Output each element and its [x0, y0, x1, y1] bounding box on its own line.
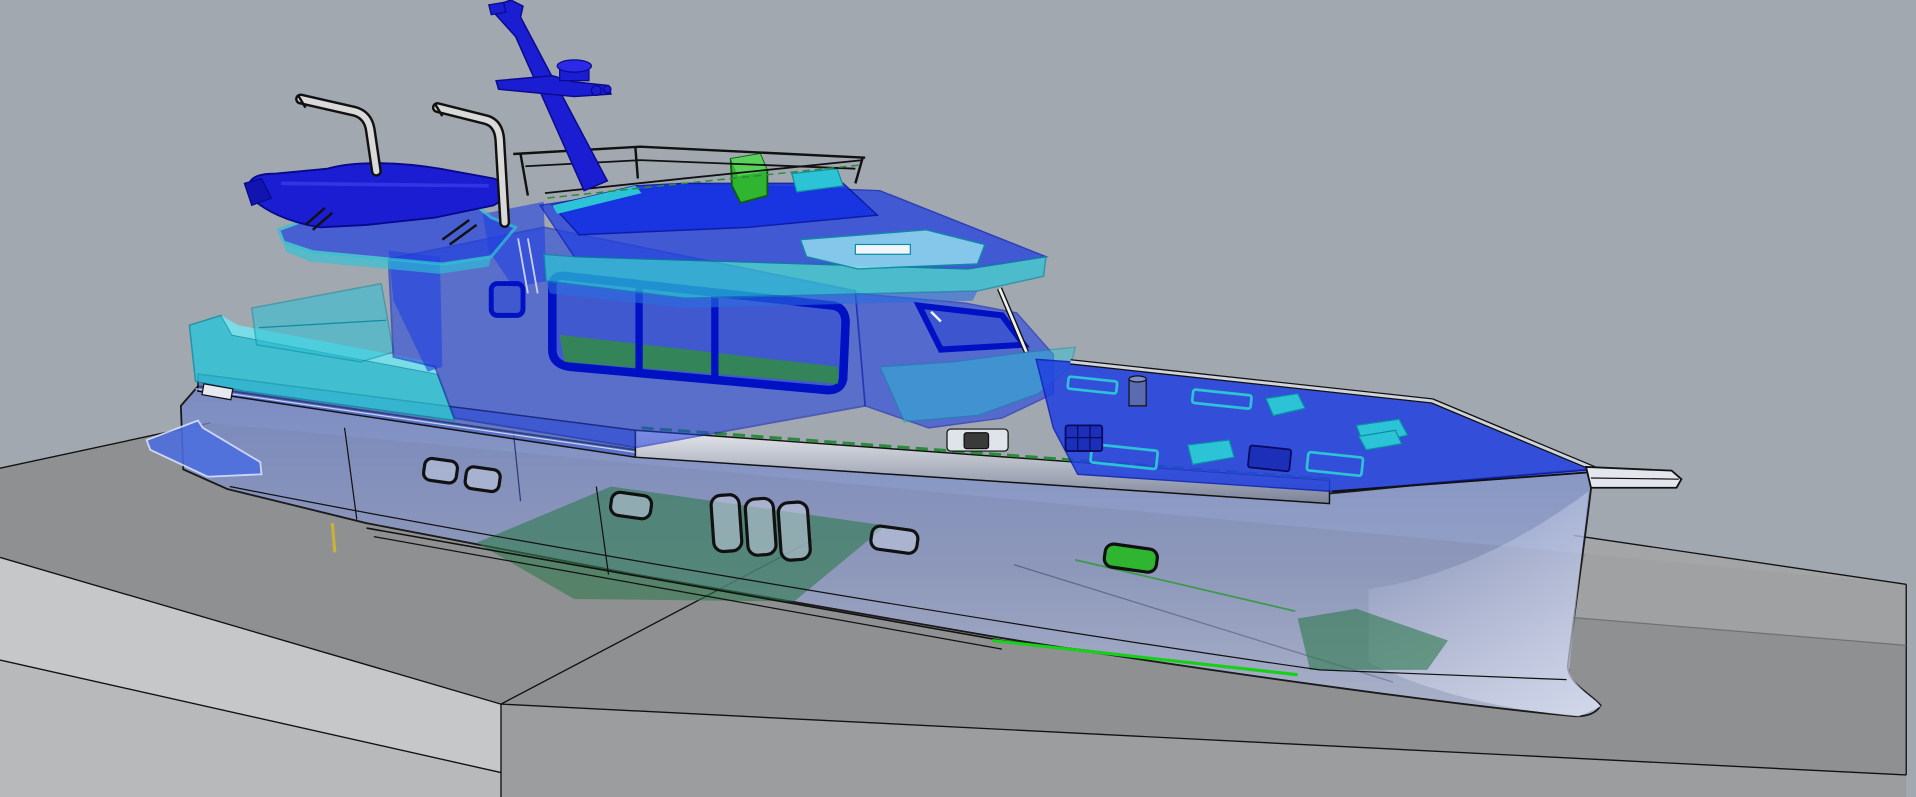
hull-porthole: [421, 456, 460, 485]
windlass: [963, 432, 990, 450]
hull-window-tall: [776, 500, 812, 562]
deck-vent-top: [1128, 375, 1147, 383]
hull-porthole: [463, 465, 502, 494]
hull-window-tall: [743, 496, 778, 557]
hull-porthole: [869, 524, 920, 555]
deck-vent: [1128, 378, 1147, 407]
hull-porthole: [608, 490, 654, 521]
deck-hatch-dark: [1247, 444, 1293, 473]
radar-dome: [556, 59, 593, 73]
hull-window-tall: [709, 493, 744, 554]
tender-tube-highlight: [281, 181, 489, 188]
cabin-aft-window: [488, 281, 526, 318]
hull-porthole-green: [1102, 542, 1159, 574]
deck-hatch-dark: [1064, 424, 1104, 452]
mast-antenna: [488, 1, 507, 16]
antenna-knob: [590, 84, 602, 96]
console-screen: [854, 243, 911, 255]
viewport-canvas[interactable]: [0, 0, 1916, 797]
antenna-knob: [603, 84, 612, 94]
bow-pulpit[interactable]: [1584, 465, 1683, 489]
3d-viewport[interactable]: [0, 0, 1916, 797]
